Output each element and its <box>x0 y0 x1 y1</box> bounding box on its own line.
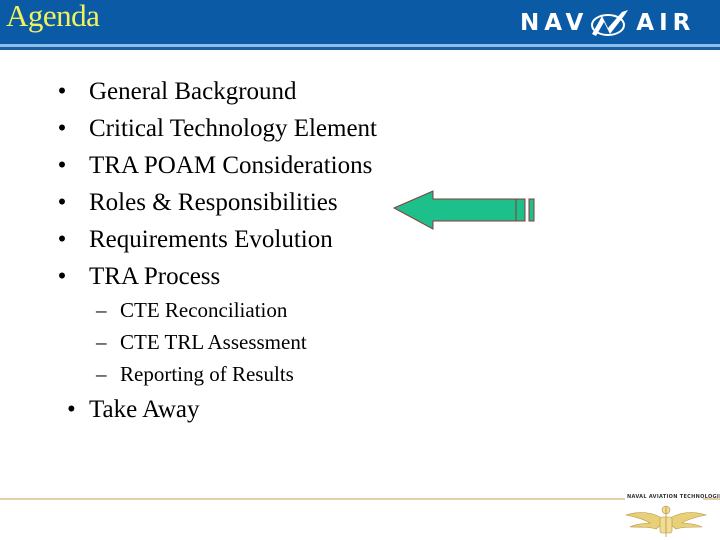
header-divider-dark <box>0 47 720 50</box>
agenda-item-label: Requirements Evolution <box>89 226 333 253</box>
agenda-item-label: Roles & Responsibilities <box>89 189 338 216</box>
dash-icon: – <box>96 298 107 322</box>
slide-header: Agenda NAV AIR <box>0 0 720 44</box>
naval-aviator-wings-icon <box>624 505 708 537</box>
agenda-item-label: Take Away <box>89 396 200 423</box>
bullet-icon: • <box>57 226 67 253</box>
agenda-item-label: TRA POAM Considerations <box>89 152 373 179</box>
agenda-item-label: Critical Technology Element <box>89 115 377 142</box>
current-item-arrow-icon <box>393 190 535 230</box>
agenda-item-label: TRA Process <box>89 263 221 290</box>
navair-swoosh-icon <box>591 10 629 36</box>
bullet-icon: • <box>57 189 67 216</box>
arrow-body <box>393 190 524 230</box>
footer-divider <box>0 498 625 500</box>
sub-item-label: CTE Reconciliation <box>120 298 288 322</box>
dash-icon: – <box>96 362 107 386</box>
bullet-icon: • <box>57 115 67 142</box>
agenda-item-take-away: • Take Away <box>0 396 300 433</box>
sub-item-label: Reporting of Results <box>120 362 294 386</box>
sub-item-label: CTE TRL Assessment <box>120 330 307 354</box>
agenda-item-label: General Background <box>89 78 297 105</box>
arrow-tail-bar-1 <box>515 198 526 222</box>
slide-title: Agenda <box>6 0 100 33</box>
logo-text-air: AIR <box>636 10 696 36</box>
logo-text-nav: NAV <box>520 10 589 36</box>
bullet-icon: • <box>57 152 67 179</box>
dash-icon: – <box>96 330 107 354</box>
bullet-icon: • <box>67 396 76 423</box>
emblem-label: NAVAL AVIATION TECHNOLOGIES <box>627 494 720 500</box>
navair-logo: NAV AIR <box>520 8 695 38</box>
bullet-icon: • <box>57 78 67 105</box>
arrow-tail-bar-2 <box>528 198 535 222</box>
bullet-icon: • <box>57 263 67 290</box>
